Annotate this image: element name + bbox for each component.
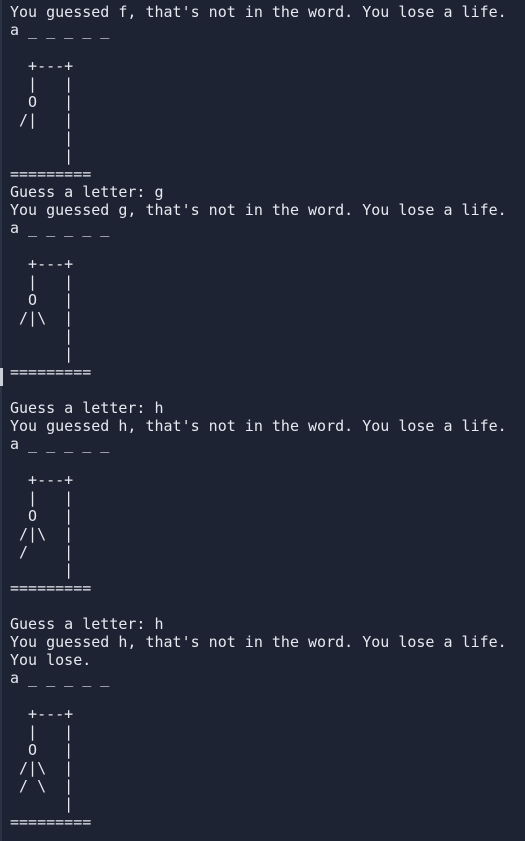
terminal-line: You guessed h, that's not in the word. Y…	[10, 417, 507, 435]
hangman-art-line: / \ |	[10, 777, 74, 795]
terminal-line: a _ _ _ _ _	[10, 219, 110, 237]
hangman-art-line: /|\ |	[10, 759, 74, 777]
hangman-art-line: O |	[10, 741, 74, 759]
hangman-art-line: =========	[10, 165, 92, 183]
hangman-art-line: | |	[10, 273, 74, 291]
hangman-art-line: +---+	[10, 57, 74, 75]
hangman-art-line: O |	[10, 291, 74, 309]
hangman-art-line: O |	[10, 93, 74, 111]
hangman-art-line: /|\ |	[10, 309, 74, 327]
hangman-art-line: |	[10, 147, 74, 165]
hangman-art-line: |	[10, 327, 74, 345]
terminal-line: a _ _ _ _ _	[10, 21, 110, 39]
hangman-art-line: |	[10, 129, 74, 147]
hangman-art-line: |	[10, 345, 74, 363]
terminal-line: You guessed h, that's not in the word. Y…	[10, 633, 507, 651]
hangman-art-line: +---+	[10, 705, 74, 723]
scroll-marker	[0, 368, 3, 386]
hangman-art-line: | |	[10, 723, 74, 741]
terminal-line: You guessed g, that's not in the word. Y…	[10, 201, 507, 219]
hangman-art-line: | |	[10, 489, 74, 507]
terminal-line: a _ _ _ _ _	[10, 669, 110, 687]
terminal-line: Guess a letter: h	[10, 399, 164, 417]
hangman-art-line: | |	[10, 75, 74, 93]
terminal-line: Guess a letter: g	[10, 183, 164, 201]
hangman-art-line: =========	[10, 579, 92, 597]
terminal-line: You lose.	[10, 651, 92, 669]
terminal-output: You guessed f, that's not in the word. Y…	[10, 3, 525, 831]
terminal-left-border	[0, 0, 2, 841]
hangman-art-line: =========	[10, 813, 92, 831]
hangman-art-line: =========	[10, 363, 92, 381]
hangman-art-line: / |	[10, 543, 74, 561]
hangman-art-line: /| |	[10, 111, 74, 129]
terminal-window[interactable]: You guessed f, that's not in the word. Y…	[0, 0, 525, 841]
hangman-art-line: |	[10, 795, 74, 813]
terminal-line: a _ _ _ _ _	[10, 435, 110, 453]
terminal-line: You guessed f, that's not in the word. Y…	[10, 3, 507, 21]
hangman-art-line: +---+	[10, 255, 74, 273]
hangman-art-line: |	[10, 561, 74, 579]
hangman-art-line: O |	[10, 507, 74, 525]
terminal-line: Guess a letter: h	[10, 615, 164, 633]
hangman-art-line: /|\ |	[10, 525, 74, 543]
hangman-art-line: +---+	[10, 471, 74, 489]
